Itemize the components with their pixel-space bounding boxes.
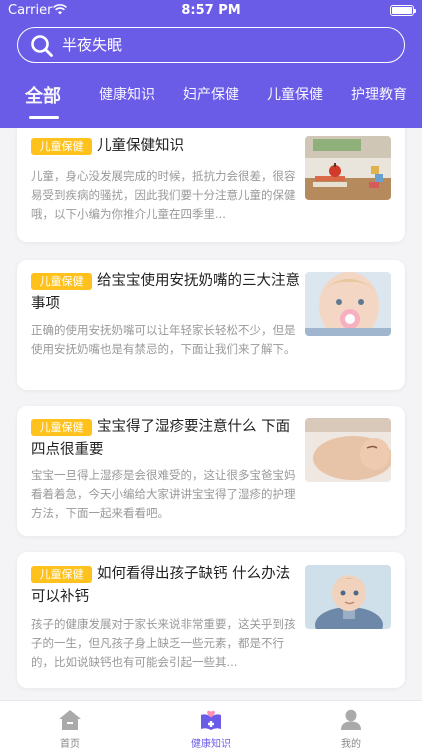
article-title: 儿童保健知识	[97, 138, 184, 154]
article-list[interactable]: 儿童保健 儿童保健知识 儿童，身心没发展完成的时候，抵抗力会很差，很容易受到疾病…	[0, 128, 422, 700]
bottom-tab-bar: 首页 健康知识 我的	[0, 700, 422, 750]
active-tab-indicator	[29, 116, 59, 119]
tabbar-home[interactable]: 首页	[30, 701, 110, 750]
tabbar-profile[interactable]: 我的	[311, 701, 391, 750]
tab-nursing-education[interactable]: 护理教育	[351, 84, 407, 104]
tab-health-knowledge[interactable]: 健康知识	[99, 84, 155, 104]
tabbar-health-knowledge[interactable]: 健康知识	[171, 701, 251, 750]
article-thumbnail	[305, 136, 391, 200]
article-title: 给宝宝使用安抚奶嘴的三大注意事项	[31, 273, 300, 312]
tabbar-home-label: 首页	[60, 739, 80, 750]
article-summary: 孩子的健康发展对于家长来说非常重要，这关乎到孩子的一生，但凡孩子身上缺乏一些元素…	[31, 617, 296, 669]
article-thumbnail	[305, 272, 391, 336]
tabbar-health-knowledge-label: 健康知识	[191, 739, 231, 750]
article-title: 如何看得出孩子缺钙 什么办法可以补钙	[31, 566, 291, 605]
category-tabs: 全部 健康知识 妇产保健 儿童保健 护理教育	[0, 84, 422, 128]
battery-icon	[390, 5, 416, 16]
header: Carrier 8:57 PM 全部 健康知识 妇产保健 儿童保健 护理教育	[0, 0, 422, 128]
search-input[interactable]	[62, 28, 382, 61]
search-bar[interactable]	[17, 27, 405, 63]
article-title: 宝宝得了湿疹要注意什么 下面四点很重要	[31, 419, 291, 458]
article-summary: 宝宝一旦得上湿疹是会很难受的，这让很多宝爸宝妈看着着急，今天小编给大家讲讲宝宝得…	[31, 468, 296, 520]
home-icon	[59, 710, 81, 730]
article-summary: 正确的使用安抚奶嘴可以让年轻家长轻松不少，但是使用安抚奶嘴也是有禁忌的，下面让我…	[31, 323, 296, 356]
health-knowledge-icon	[201, 710, 221, 730]
tab-child-care[interactable]: 儿童保健	[267, 84, 323, 104]
article-thumbnail	[305, 418, 391, 482]
search-icon	[31, 35, 53, 57]
status-bar: Carrier 8:57 PM	[0, 0, 422, 22]
article-card[interactable]: 儿童保健 如何看得出孩子缺钙 什么办法可以补钙 孩子的健康发展对于家长来说非常重…	[17, 552, 405, 688]
article-summary: 儿童，身心没发展完成的时候，抵抗力会很差，很容易受到疾病的骚扰，因此我们要十分注…	[31, 169, 296, 221]
tab-all[interactable]: 全部	[25, 82, 61, 108]
profile-icon	[341, 709, 361, 730]
tab-maternal-care[interactable]: 妇产保健	[183, 84, 239, 104]
status-time: 8:57 PM	[181, 3, 241, 18]
article-card[interactable]: 儿童保健 宝宝得了湿疹要注意什么 下面四点很重要 宝宝一旦得上湿疹是会很难受的，…	[17, 406, 405, 536]
article-card[interactable]: 儿童保健 儿童保健知识 儿童，身心没发展完成的时候，抵抗力会很差，很容易受到疾病…	[17, 128, 405, 242]
tabbar-profile-label: 我的	[341, 739, 361, 750]
article-thumbnail	[305, 565, 391, 629]
article-card[interactable]: 儿童保健 给宝宝使用安抚奶嘴的三大注意事项 正确的使用安抚奶嘴可以让年轻家长轻松…	[17, 260, 405, 390]
